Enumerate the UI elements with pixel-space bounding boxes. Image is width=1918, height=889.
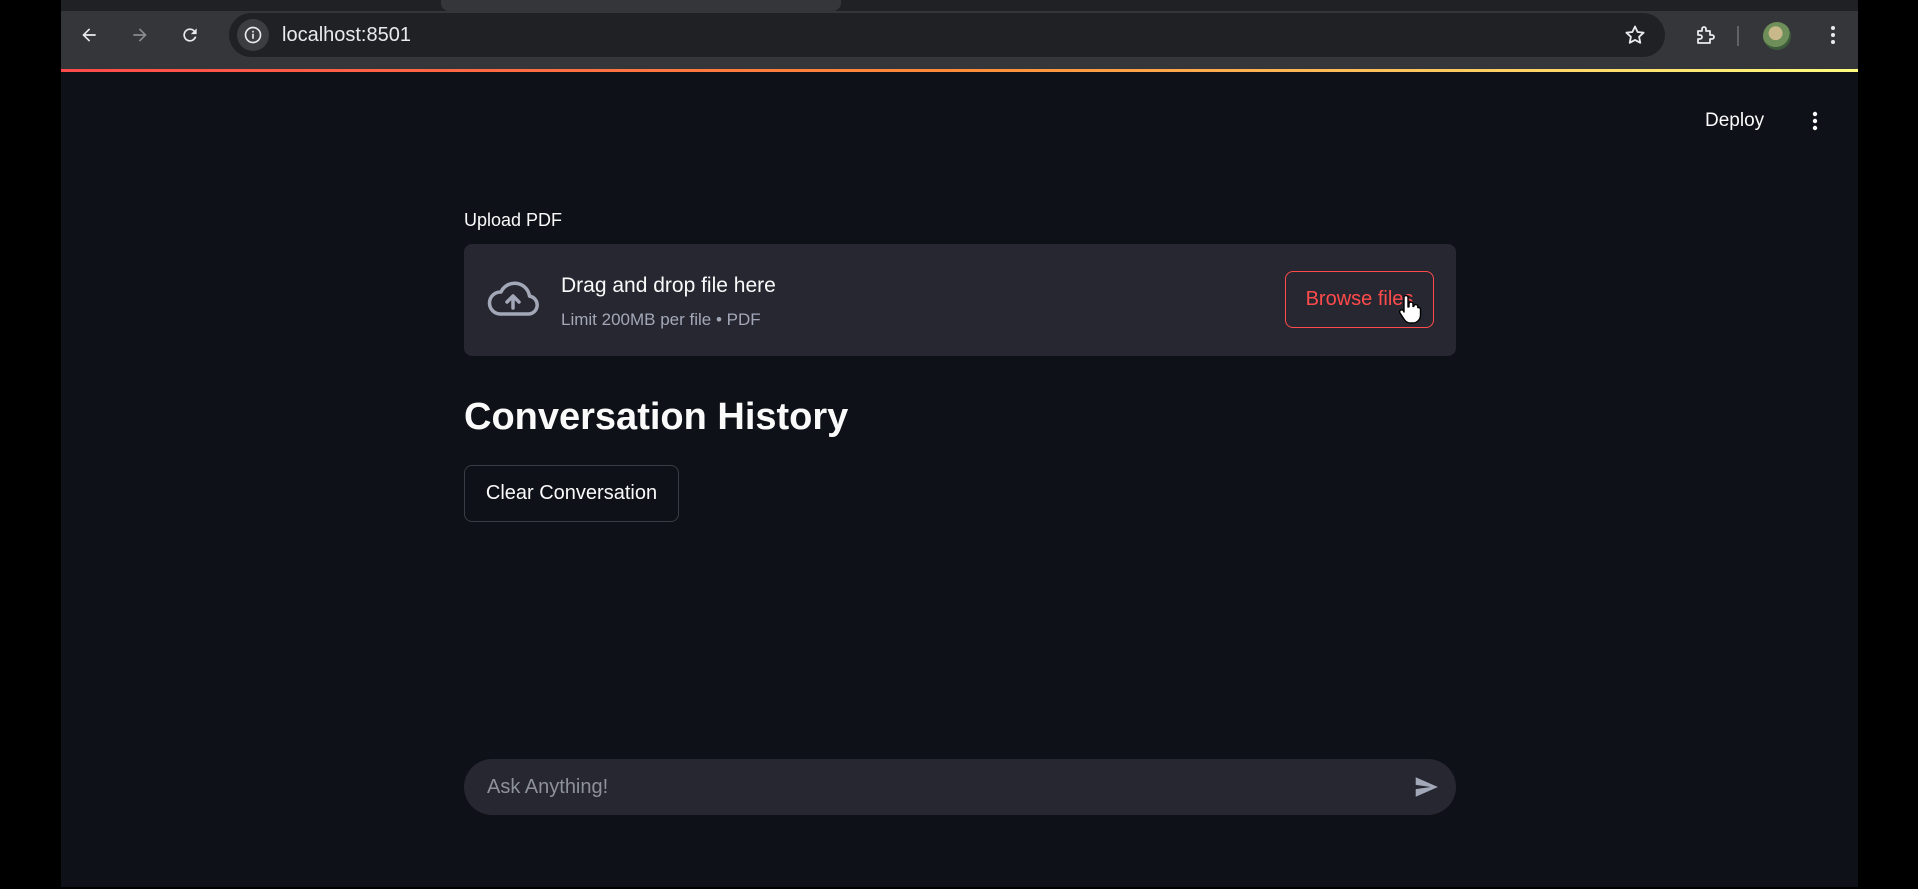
kebab-icon — [1812, 111, 1818, 131]
dropzone-title: Drag and drop file here — [561, 274, 776, 297]
browser-menu-button[interactable] — [1816, 18, 1850, 52]
conversation-history-heading: Conversation History — [464, 396, 849, 438]
puzzle-icon — [1697, 26, 1715, 44]
forward-button[interactable] — [123, 18, 157, 52]
send-button[interactable] — [1410, 771, 1442, 803]
browse-files-button[interactable]: Browse files — [1285, 271, 1434, 328]
back-button[interactable] — [72, 18, 106, 52]
arrow-left-icon — [82, 28, 96, 42]
dropzone-subtitle: Limit 200MB per file • PDF — [561, 310, 761, 329]
chat-input-container — [464, 759, 1456, 815]
profile-avatar[interactable] — [1763, 22, 1791, 50]
page-loading-bar — [61, 69, 1858, 72]
reload-button[interactable] — [173, 18, 207, 52]
cloud-upload-icon — [487, 281, 539, 316]
reload-icon — [183, 28, 197, 42]
browser-window: localhost:8501 Deploy Upload PDF Drag an… — [61, 0, 1858, 887]
deploy-button[interactable]: Deploy — [1697, 104, 1772, 138]
extensions-button[interactable] — [1689, 18, 1723, 52]
arrow-right-icon — [133, 28, 147, 42]
chat-input[interactable] — [464, 759, 1364, 815]
site-info-button[interactable] — [237, 19, 269, 51]
browser-toolbar: localhost:8501 — [61, 0, 1858, 72]
file-dropzone[interactable]: Drag and drop file here Limit 200MB per … — [464, 244, 1456, 356]
kebab-icon — [1831, 26, 1835, 44]
address-bar[interactable]: localhost:8501 — [229, 13, 1665, 57]
app-menu-button[interactable] — [1798, 104, 1832, 138]
send-icon — [1415, 777, 1438, 797]
toolbar-separator — [1737, 26, 1739, 46]
tab-strip — [61, 0, 1858, 11]
info-icon — [244, 26, 262, 44]
upload-label: Upload PDF — [464, 210, 563, 230]
star-icon[interactable] — [1623, 23, 1647, 47]
clear-conversation-button[interactable]: Clear Conversation — [464, 465, 679, 522]
url-text: localhost:8501 — [282, 24, 411, 46]
active-tab[interactable] — [441, 0, 841, 11]
